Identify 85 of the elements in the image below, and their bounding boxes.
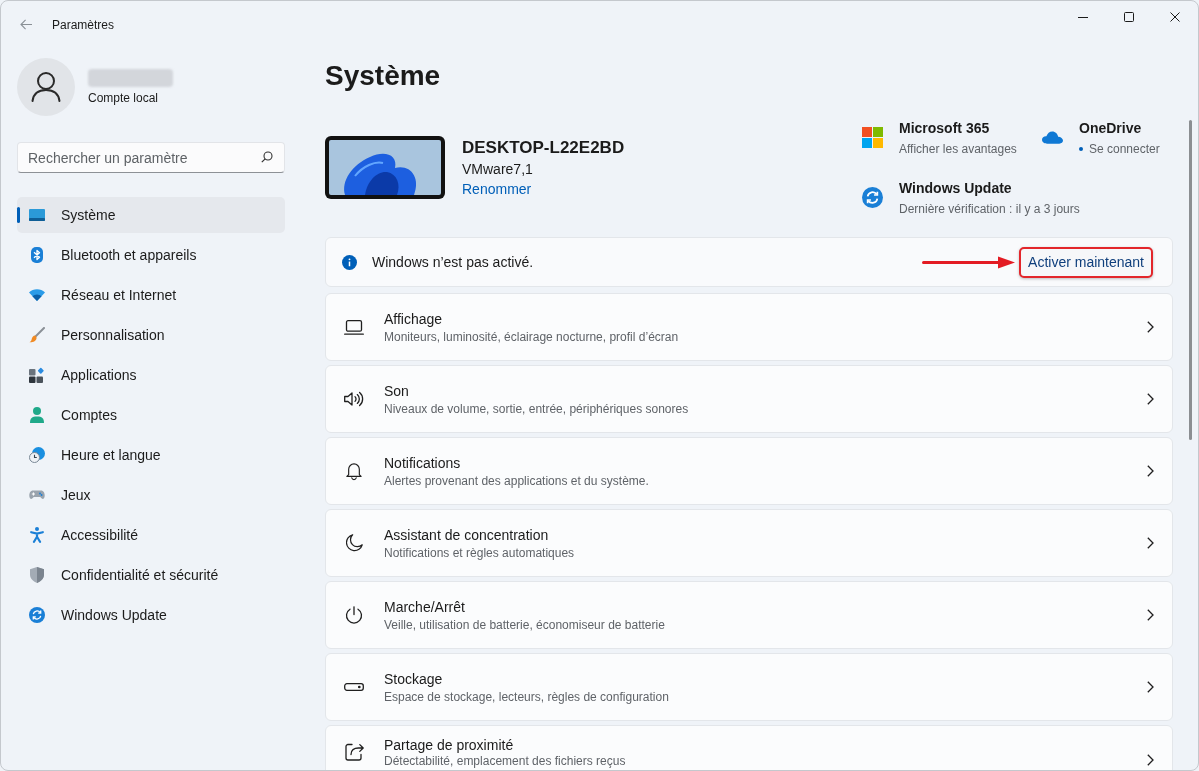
window-title: Paramètres [52, 16, 115, 33]
sync-icon[interactable] [862, 187, 883, 208]
sidebar-item[interactable]: Système [17, 197, 285, 233]
accessibility-icon [30, 527, 44, 543]
service-subtitle: Afficher les avantages [899, 141, 1017, 157]
shield-icon [30, 567, 44, 583]
chevron-right-icon [1147, 537, 1154, 549]
setting-description: Moniteurs, luminosité, éclairage nocturne, profil d’écran [384, 329, 679, 345]
service-title[interactable]: Windows Update [899, 178, 1080, 198]
sidebar-item[interactable]: Applications [17, 357, 285, 393]
sync-icon [29, 607, 45, 623]
back-arrow-icon [19, 19, 33, 30]
settings-card[interactable]: Assistant de concentration Notifications et règles automatiques [325, 509, 1173, 577]
chevron-right-icon [1147, 681, 1154, 693]
settings-card[interactable]: Affichage Moniteurs, luminosité, éclairage nocturne, profil d’écran [325, 293, 1173, 361]
info-icon [342, 254, 357, 270]
setting-title: Notifications [384, 454, 461, 473]
device-name: DESKTOP-L22E2BD [462, 136, 625, 159]
wifi-icon [29, 289, 45, 301]
chevron-right-icon [1147, 754, 1154, 766]
bluetooth-icon [31, 247, 43, 263]
setting-description: Niveaux de volume, sortie, entrée, périphériques sonores [384, 401, 689, 417]
setting-description: Détectabilité, emplacement des fichiers reçus [384, 754, 626, 768]
setting-title: Partage de proximité [384, 736, 514, 754]
user-avatar-icon[interactable] [17, 58, 75, 116]
sidebar-item[interactable]: Accessibilité [17, 517, 285, 553]
selection-indicator [17, 207, 20, 223]
hard-drive-icon [344, 683, 364, 691]
sidebar-item[interactable]: Windows Update [17, 597, 285, 633]
account-type: Compte local [88, 89, 160, 106]
setting-title: Affichage [384, 310, 443, 329]
settings-card[interactable]: Stockage Espace de stockage, lecteurs, règles de configuration [325, 653, 1173, 721]
service-subtitle: Se connecter [1089, 141, 1160, 157]
back-button[interactable] [18, 17, 34, 32]
settings-card[interactable]: Partage de proximité Détectabilité, emplacement des fichiers reçus [325, 725, 1173, 770]
clock-icon [29, 447, 45, 463]
moon-icon [345, 534, 363, 552]
scrollbar-thumb[interactable] [1189, 120, 1192, 440]
minimize-icon [1078, 16, 1088, 18]
settings-card[interactable]: Son Niveaux de volume, sortie, entrée, périphériques sonores [325, 365, 1173, 433]
service-title[interactable]: Microsoft 365 [899, 118, 1017, 138]
apps-icon [29, 367, 45, 383]
bell-icon [346, 461, 362, 481]
sidebar-item[interactable]: Comptes [17, 397, 285, 433]
service-subtitle: Dernière vérification : il y a 3 jours [899, 201, 1080, 217]
activation-message: Windows n’est pas activé. [372, 253, 534, 272]
chevron-right-icon [1147, 393, 1154, 405]
speaker-icon [344, 391, 364, 407]
close-icon [1170, 12, 1180, 22]
sidebar-item[interactable]: Personnalisation [17, 317, 285, 353]
page-title: Système [325, 59, 442, 93]
maximize-icon [1124, 12, 1134, 22]
paintbrush-icon [29, 327, 45, 343]
settings-card[interactable]: Notifications Alertes provenant des applications et du système. [325, 437, 1173, 505]
service-title[interactable]: OneDrive [1079, 118, 1160, 138]
setting-title: Stockage [384, 670, 443, 689]
setting-title: Son [384, 382, 409, 401]
cloud-icon[interactable] [1042, 131, 1063, 144]
person-icon [30, 407, 44, 423]
setting-description: Veille, utilisation de batterie, économiseur de batterie [384, 617, 665, 633]
sidebar-item[interactable]: Heure et langue [17, 437, 285, 473]
gamepad-icon [29, 490, 45, 500]
laptop-icon [344, 319, 364, 335]
chevron-right-icon [1147, 609, 1154, 621]
chevron-right-icon [1147, 321, 1154, 333]
power-icon [345, 605, 363, 625]
setting-title: Assistant de concentration [384, 526, 549, 545]
settings-card[interactable]: Marche/Arrêt Veille, utilisation de batterie, économiseur de batterie [325, 581, 1173, 649]
chevron-right-icon [1147, 465, 1154, 477]
sidebar-item[interactable]: Bluetooth et appareils [17, 237, 285, 273]
search-field[interactable]: Rechercher un paramètre [17, 142, 285, 173]
setting-description: Alertes provenant des applications et du système. [384, 473, 649, 489]
sidebar-item[interactable]: Réseau et Internet [17, 277, 285, 313]
setting-title: Marche/Arrêt [384, 598, 465, 617]
share-icon [344, 742, 364, 761]
four-squares-icon[interactable] [862, 127, 883, 148]
activate-button[interactable]: Activer maintenant [1019, 246, 1153, 278]
setting-description: Espace de stockage, lecteurs, règles de configuration [384, 689, 669, 705]
rename-link[interactable]: Renommer [462, 178, 532, 199]
sidebar-item[interactable]: Jeux [17, 477, 285, 513]
device-model: VMware7,1 [462, 159, 534, 179]
setting-description: Notifications et règles automatiques [384, 545, 575, 561]
monitor-icon [29, 209, 45, 221]
search-icon [261, 151, 273, 163]
sidebar-item[interactable]: Confidentialité et sécurité [17, 557, 285, 593]
